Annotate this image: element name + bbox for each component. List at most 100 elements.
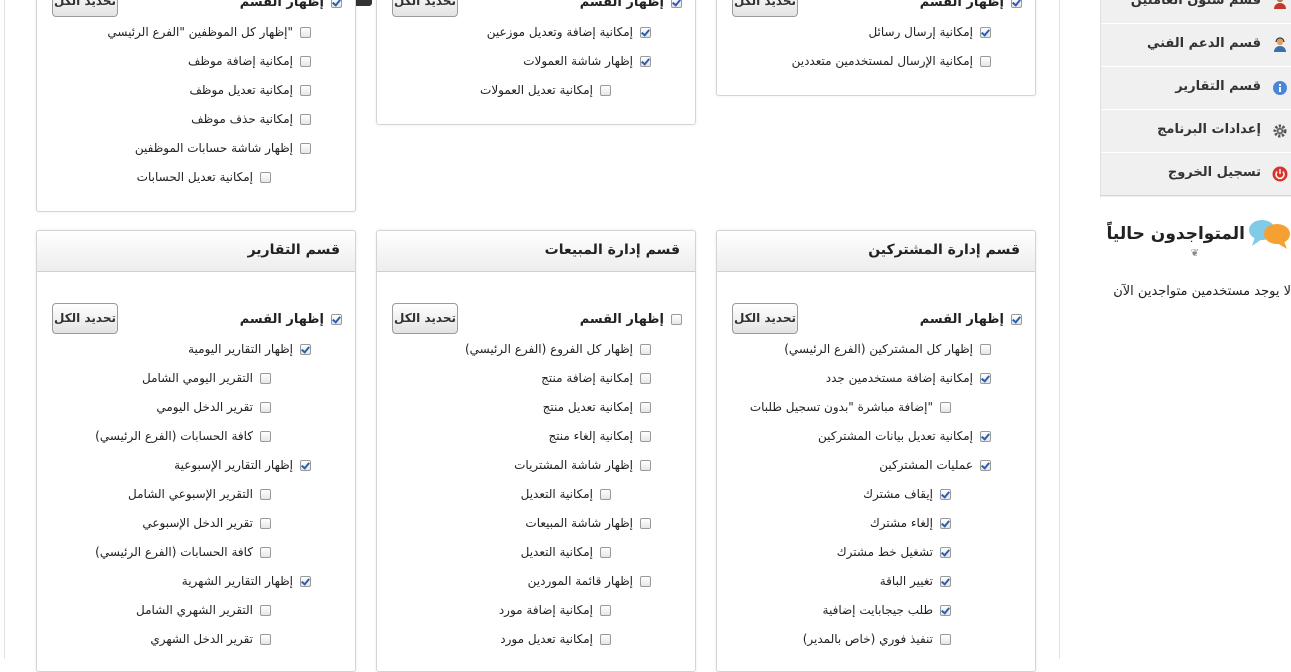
checkbox[interactable]: [640, 518, 651, 529]
checkbox[interactable]: [300, 56, 311, 67]
sidebar-item-label: تسجيل الخروج: [1167, 165, 1261, 180]
checkbox-label: إيقاف مشترك: [863, 487, 933, 501]
checkbox[interactable]: [260, 489, 271, 500]
checkbox[interactable]: [980, 56, 991, 67]
checkbox-label: إمكانية تعديل بيانات المشتركين: [818, 429, 973, 443]
checkbox[interactable]: [640, 576, 651, 587]
box-header: قسم التقارير: [37, 231, 355, 272]
permission-box: إظهار القسم تحديد الكل إظهار كل الموظفين "…: [36, 0, 356, 212]
checkbox[interactable]: [640, 344, 651, 355]
checkbox-label: إمكانية تعديل الحسابات: [136, 170, 253, 184]
checkbox[interactable]: [260, 402, 271, 413]
checkbox[interactable]: [640, 373, 651, 384]
checkbox-label: إظهار شاشة حسابات الموظفين: [134, 141, 293, 155]
checkbox-label: إظهار كل الموظفين "الفرع الرئيسي": [107, 25, 293, 39]
checkbox[interactable]: [1011, 0, 1022, 8]
checkbox[interactable]: [600, 634, 611, 645]
checkbox[interactable]: [640, 56, 651, 67]
sidebar-item-support[interactable]: قسم الدعم الفني: [1101, 23, 1291, 67]
checkbox[interactable]: [980, 344, 991, 355]
checkbox-label: إظهار القسم: [579, 312, 664, 327]
checkbox-label: كافة الحسابات (الفرع الرئيسي): [95, 545, 253, 559]
checkbox[interactable]: [980, 460, 991, 471]
checkbox[interactable]: [331, 314, 342, 325]
checkbox-label: إمكانية إضافة وتعديل موزعين: [486, 25, 633, 39]
checkbox[interactable]: [940, 489, 951, 500]
select-all-button[interactable]: تحديد الكل: [732, 303, 798, 334]
sidebar-item-hr[interactable]: قسم شئون العاملين: [1101, 0, 1291, 24]
checkbox-label: إظهار شاشة المشتريات: [514, 458, 633, 472]
checkbox[interactable]: [300, 460, 311, 471]
checkbox-label: إظهار التقارير الشهرية: [181, 574, 293, 588]
checkbox[interactable]: [980, 431, 991, 442]
checkbox-label: تقرير الدخل اليومي: [156, 400, 253, 414]
checkbox[interactable]: [300, 27, 311, 38]
select-all-button[interactable]: تحديد الكل: [392, 303, 458, 334]
online-users-title: المتواجدون حالياً: [1106, 224, 1245, 244]
permission-box: قسم إدارة المبيعات إظهار القسم تحديد الكل إ…: [376, 230, 696, 672]
checkbox[interactable]: [300, 143, 311, 154]
checkbox[interactable]: [300, 576, 311, 587]
checkbox-label: إمكانية إضافة موظف: [187, 54, 293, 68]
checkbox[interactable]: [980, 27, 991, 38]
content-right-border: [1059, 0, 1060, 659]
checkbox[interactable]: [331, 0, 342, 8]
checkbox-label: إمكانية إضافة مستخدمين جدد: [825, 371, 973, 385]
checkbox-label: إظهار القسم: [919, 312, 1004, 327]
checkbox[interactable]: [640, 27, 651, 38]
checkbox[interactable]: [640, 402, 651, 413]
select-all-button[interactable]: تحديد الكل: [732, 0, 798, 17]
checkbox[interactable]: [300, 344, 311, 355]
users-icon: [1274, 0, 1286, 9]
checkbox[interactable]: [300, 85, 311, 96]
box-header: قسم إدارة المبيعات: [377, 231, 695, 272]
checkbox[interactable]: [600, 605, 611, 616]
checkbox-label: تغيير الباقة: [879, 574, 933, 588]
checkbox[interactable]: [260, 518, 271, 529]
checkbox[interactable]: [260, 172, 271, 183]
checkbox[interactable]: [260, 431, 271, 442]
checkbox-label: إضافة مباشرة "بدون تسجيل طلبات": [749, 400, 933, 414]
checkbox-label: طلب جيجابايت إضافية: [822, 603, 933, 617]
sidebar-item-settings[interactable]: إعدادات البرنامج: [1101, 109, 1291, 153]
content-left-border: [4, 0, 5, 659]
checkbox-label: تشغيل خط مشترك: [836, 545, 933, 559]
checkbox[interactable]: [640, 431, 651, 442]
checkbox-label: التقرير اليومي الشامل: [142, 371, 253, 385]
checkbox-label: إظهار القسم: [239, 0, 324, 10]
checkbox-label: إمكانية إلغاء منتج: [548, 429, 633, 443]
checkbox[interactable]: [600, 489, 611, 500]
select-all-button[interactable]: تحديد الكل: [52, 303, 118, 334]
checkbox[interactable]: [1011, 314, 1022, 325]
checkbox[interactable]: [260, 547, 271, 558]
sidebar-item-reports[interactable]: قسم التقارير: [1101, 66, 1291, 110]
sidebar-item-logout[interactable]: تسجيل الخروج: [1101, 152, 1291, 196]
checkbox[interactable]: [671, 314, 682, 325]
checkbox[interactable]: [600, 547, 611, 558]
online-users-empty: لا يوجد مستخدمين متواجدين الآن: [1113, 284, 1291, 299]
checkbox-label: إمكانية تعديل منتج: [542, 400, 633, 414]
checkbox[interactable]: [940, 605, 951, 616]
select-all-button[interactable]: تحديد الكل: [52, 0, 118, 17]
checkbox[interactable]: [940, 518, 951, 529]
checkbox-label: إظهار التقارير اليومية: [188, 342, 293, 356]
checkbox[interactable]: [940, 634, 951, 645]
checkbox[interactable]: [600, 85, 611, 96]
checkbox-label: إظهار قائمة الموردين: [527, 574, 633, 588]
select-all-button[interactable]: تحديد الكل: [392, 0, 458, 17]
checkbox[interactable]: [260, 634, 271, 645]
checkbox[interactable]: [260, 605, 271, 616]
sidebar-item-label: قسم التقارير: [1175, 79, 1261, 94]
checkbox-label: إمكانية الإرسال لمستخدمين متعددين: [791, 54, 973, 68]
checkbox[interactable]: [671, 0, 682, 8]
checkbox[interactable]: [260, 373, 271, 384]
checkbox[interactable]: [940, 547, 951, 558]
checkbox-label: كافة الحسابات (الفرع الرئيسي): [95, 429, 253, 443]
permission-box: إظهار القسم تحديد الكل إمكانية إرسال رسائل…: [716, 0, 1036, 96]
checkbox[interactable]: [940, 402, 951, 413]
checkbox[interactable]: [300, 114, 311, 125]
checkbox[interactable]: [640, 460, 651, 471]
checkbox-label: إمكانية حذف موظف: [191, 112, 293, 126]
checkbox[interactable]: [980, 373, 991, 384]
checkbox[interactable]: [940, 576, 951, 587]
